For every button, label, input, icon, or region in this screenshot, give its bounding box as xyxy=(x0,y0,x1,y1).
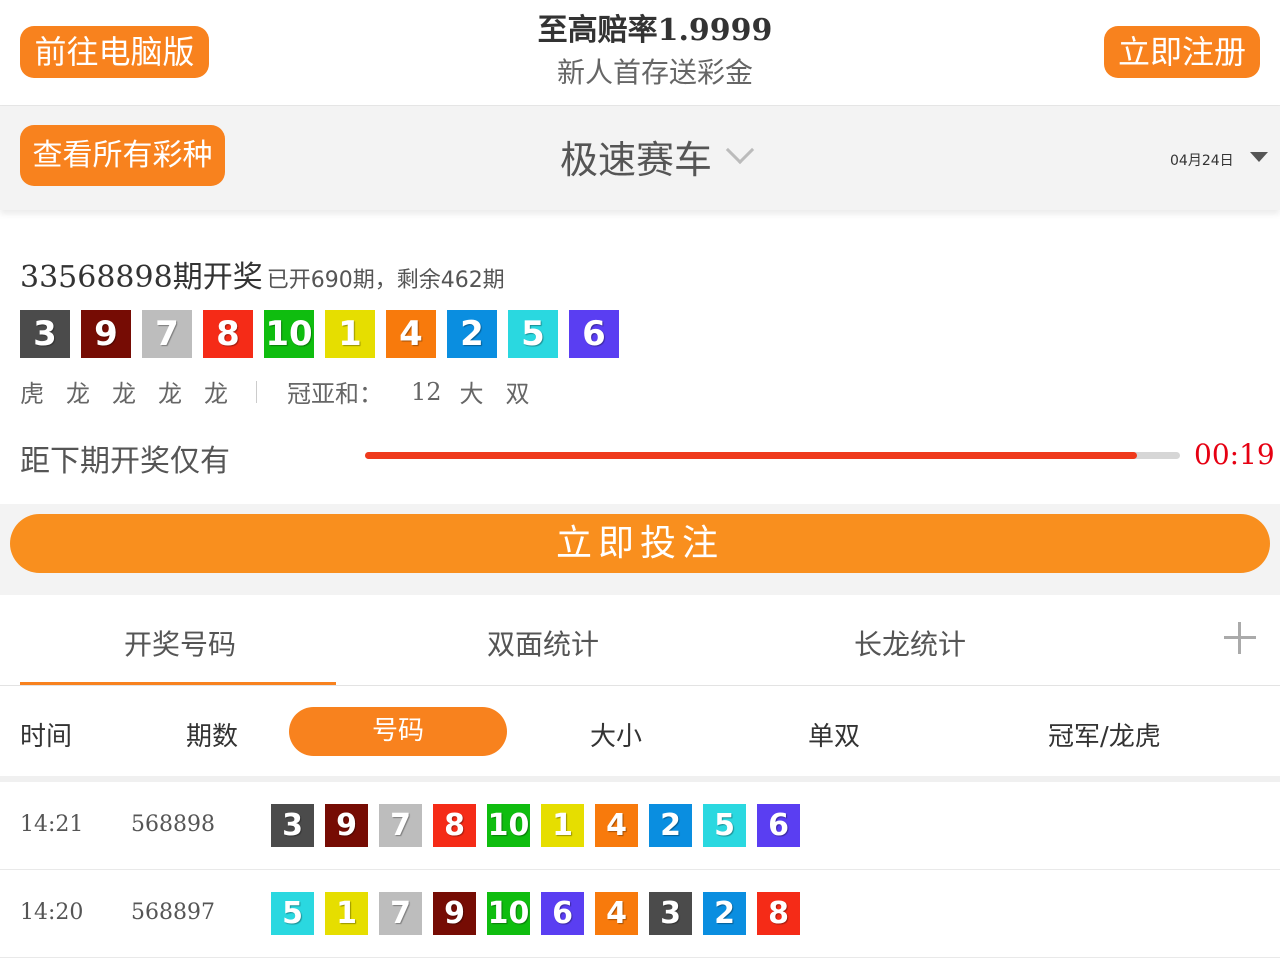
sum-size: 大 xyxy=(459,380,484,408)
number-ball-6: 6 xyxy=(757,804,800,847)
number-ball-1: 1 xyxy=(325,310,375,358)
sum-label: 冠亚和： xyxy=(287,380,383,408)
number-ball-5: 5 xyxy=(271,892,314,935)
number-ball-4: 4 xyxy=(595,804,638,847)
number-ball-5: 5 xyxy=(508,310,558,358)
plus-icon[interactable] xyxy=(1224,622,1256,654)
draw-balls: 3 9 7 8 10 1 4 2 5 6 xyxy=(20,310,630,358)
tab-long-dragon-stats[interactable]: 长龙统计 xyxy=(854,623,966,663)
number-ball-3: 3 xyxy=(271,804,314,847)
bet-now-button[interactable]: 立即投注 xyxy=(10,514,1270,573)
number-ball-9: 9 xyxy=(325,804,368,847)
subtab-champion-dragon-tiger[interactable]: 冠军/龙虎 xyxy=(1048,716,1161,753)
subtab-numbers[interactable]: 号码 xyxy=(289,707,507,756)
number-ball-7: 7 xyxy=(142,310,192,358)
number-ball-10: 10 xyxy=(264,310,314,358)
subtab-issue[interactable]: 期数 xyxy=(186,716,238,753)
number-ball-1: 1 xyxy=(541,804,584,847)
number-ball-8: 8 xyxy=(757,892,800,935)
countdown-progress-bar xyxy=(365,452,1180,459)
number-ball-5: 5 xyxy=(703,804,746,847)
draw-info-panel: 33568898期开奖 已开690期，剩余462期 3 9 7 8 10 1 4 2 5 6 虎 龙… xyxy=(0,230,1280,504)
draw-tags: 虎 龙 龙 龙 龙 冠亚和： 12 大 双 xyxy=(20,374,552,409)
subtab-big-small[interactable]: 大小 xyxy=(590,716,642,753)
promo-banner: 至高赔率1.9999 新人首存送彩金 xyxy=(440,8,870,92)
number-ball-6: 6 xyxy=(541,892,584,935)
period-progress-text: 已开690期，剩余462期 xyxy=(266,268,505,293)
number-ball-9: 9 xyxy=(433,892,476,935)
divider xyxy=(256,380,257,403)
date-selector[interactable]: 04月24日 xyxy=(1170,150,1234,170)
top-header: 前往电脑版 至高赔率1.9999 新人首存送彩金 立即注册 xyxy=(0,0,1280,106)
number-ball-8: 8 xyxy=(433,804,476,847)
dragon-tiger-5: 龙 xyxy=(204,380,228,408)
number-ball-2: 2 xyxy=(447,310,497,358)
dragon-tiger-1: 虎 xyxy=(20,380,44,408)
countdown-label: 距下期开奖仅有 xyxy=(20,444,230,479)
number-ball-10: 10 xyxy=(487,892,530,935)
dragon-tiger-3: 龙 xyxy=(112,380,136,408)
active-tab-indicator xyxy=(20,682,336,685)
dropdown-triangle-icon[interactable] xyxy=(1250,152,1268,162)
number-ball-2: 2 xyxy=(649,804,692,847)
row-balls: 5 1 7 9 10 6 4 3 2 8 xyxy=(271,892,811,935)
lottery-selector-bar: 查看所有彩种 极速赛车 04月24日 xyxy=(0,106,1280,210)
number-ball-10: 10 xyxy=(487,804,530,847)
game-name: 极速赛车 xyxy=(560,137,713,182)
number-ball-8: 8 xyxy=(203,310,253,358)
number-ball-4: 4 xyxy=(595,892,638,935)
number-ball-7: 7 xyxy=(379,892,422,935)
all-lotteries-button[interactable]: 查看所有彩种 xyxy=(20,125,225,186)
pc-version-button[interactable]: 前往电脑版 xyxy=(20,26,209,78)
number-ball-4: 4 xyxy=(386,310,436,358)
countdown-timer: 00:19 xyxy=(1194,438,1275,471)
history-row: 14:21 568898 3 9 7 8 10 1 4 2 5 6 xyxy=(0,782,1280,870)
period-number: 33568898期开奖 xyxy=(20,260,263,295)
main-tabs: 开奖号码 双面统计 长龙统计 xyxy=(0,595,1280,686)
subtab-time[interactable]: 时间 xyxy=(20,716,72,753)
countdown-progress-fill xyxy=(365,452,1137,459)
bet-button-area: 立即投注 xyxy=(0,504,1280,595)
row-issue: 568898 xyxy=(131,812,215,837)
sum-parity: 双 xyxy=(505,380,530,408)
number-ball-6: 6 xyxy=(569,310,619,358)
dragon-tiger-2: 龙 xyxy=(66,380,90,408)
tab-draw-numbers[interactable]: 开奖号码 xyxy=(124,623,236,663)
number-ball-9: 9 xyxy=(81,310,131,358)
game-selector[interactable]: 极速赛车 xyxy=(560,128,755,184)
chevron-down-icon xyxy=(725,135,755,165)
promo-subtitle: 新人首存送彩金 xyxy=(556,56,753,89)
dragon-tiger-4: 龙 xyxy=(158,380,182,408)
register-button[interactable]: 立即注册 xyxy=(1104,26,1260,78)
number-ball-1: 1 xyxy=(325,892,368,935)
period-line: 33568898期开奖 已开690期，剩余462期 xyxy=(20,252,505,296)
row-balls: 3 9 7 8 10 1 4 2 5 6 xyxy=(271,804,811,847)
sub-tabs: 时间 期数 号码 大小 单双 冠军/龙虎 xyxy=(0,686,1280,776)
row-time: 14:20 xyxy=(20,900,84,925)
subtab-odd-even[interactable]: 单双 xyxy=(808,716,860,753)
sum-value: 12 xyxy=(411,377,442,406)
history-row: 14:20 568897 5 1 7 9 10 6 4 3 2 8 xyxy=(0,870,1280,958)
row-issue: 568897 xyxy=(131,900,215,925)
promo-title: 至高赔率1.9999 xyxy=(537,13,773,48)
number-ball-2: 2 xyxy=(703,892,746,935)
number-ball-3: 3 xyxy=(649,892,692,935)
number-ball-3: 3 xyxy=(20,310,70,358)
tab-two-side-stats[interactable]: 双面统计 xyxy=(487,623,599,663)
number-ball-7: 7 xyxy=(379,804,422,847)
row-time: 14:21 xyxy=(20,812,84,837)
